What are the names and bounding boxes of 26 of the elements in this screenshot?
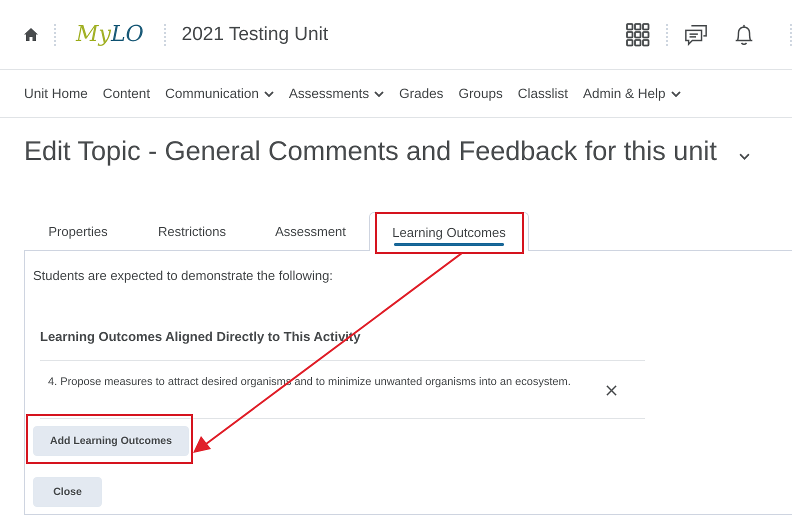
page-title: Edit Topic - General Comments and Feedback for this unit [24,136,717,166]
grid-icon[interactable] [626,22,650,46]
nav-link[interactable]: Groups [458,86,503,101]
close-icon[interactable] [606,385,617,396]
nav-link[interactable]: Classlist [518,86,568,101]
tab[interactable]: Properties [24,212,132,250]
chevron-down-icon[interactable] [670,90,681,96]
action-button[interactable]: Close [33,477,102,507]
chevron-down-icon[interactable] [738,152,750,160]
action-button[interactable]: Add Learning Outcomes [33,426,189,456]
chat-icon[interactable] [684,22,708,46]
tab[interactable]: Learning Outcomes [369,212,529,251]
intro-text: Students are expected to demonstrate the following: [33,268,334,283]
nav-link[interactable]: Admin & Help [582,86,681,101]
chevron-down-icon[interactable] [374,90,384,96]
home-icon[interactable] [24,28,38,41]
tab[interactable]: Restrictions [132,212,252,250]
nav-link[interactable]: Assessments [288,86,384,101]
chevron-down-icon[interactable] [264,90,274,96]
nav-link[interactable]: Unit Home [24,86,88,101]
tab[interactable]: Assessment [252,212,369,250]
logo[interactable]: MyLO [76,22,144,47]
nav-link[interactable]: Communication [165,86,274,101]
unit-title[interactable]: 2021 Testing Unit [182,24,328,46]
nav-link[interactable]: Grades [399,86,444,101]
nav-link[interactable]: Content [102,86,150,101]
